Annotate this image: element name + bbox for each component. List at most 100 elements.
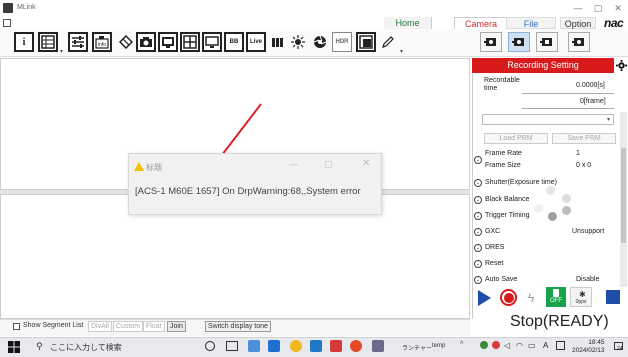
segment-button[interactable] — [268, 32, 288, 52]
stop-button[interactable] — [606, 290, 620, 304]
taskbar-app-icon[interactable] — [330, 340, 342, 352]
settings-button[interactable] — [615, 58, 628, 73]
record-button[interactable] — [500, 289, 517, 306]
gxc-value: Unsupport — [572, 228, 605, 235]
spinner-dot — [534, 204, 543, 213]
dialog-minimize-button[interactable]: — — [289, 159, 298, 169]
info-button[interactable]: i — [14, 32, 34, 52]
tray-icon[interactable] — [480, 341, 488, 349]
show-segment-checkbox[interactable] — [13, 323, 20, 330]
split-view-button[interactable] — [180, 32, 200, 52]
taskbar-app-icon[interactable] — [372, 340, 384, 352]
taskbar-app-icon[interactable] — [268, 340, 280, 352]
close-button[interactable]: ✕ — [608, 2, 628, 14]
tray-icon[interactable] — [492, 341, 500, 349]
gxc-expand-icon[interactable]: ⌄ — [474, 228, 482, 236]
battery-icon[interactable]: ▭ — [528, 341, 536, 350]
tray-launcher[interactable]: ランチャー — [402, 343, 432, 352]
camera-mode-1-button[interactable] — [480, 32, 502, 52]
monitor-outline-icon — [205, 36, 219, 48]
aperture-button[interactable] — [310, 32, 330, 52]
aperture-icon — [313, 35, 327, 48]
cortana-icon[interactable] — [205, 341, 215, 351]
trigger-timing-label[interactable]: Trigger Timing — [485, 212, 529, 219]
task-view-icon[interactable] — [226, 341, 238, 351]
camera-info-button[interactable]: info — [92, 32, 112, 52]
save-prm-button[interactable]: Save PRM — [552, 133, 616, 144]
window-button[interactable] — [356, 32, 376, 52]
ime-mode-icon[interactable] — [556, 341, 565, 350]
brightness-button[interactable] — [288, 32, 308, 52]
hdr-icon: HDR — [335, 39, 349, 45]
tab-camera[interactable]: Camera — [454, 17, 508, 29]
divall-button[interactable]: DivAll — [88, 321, 112, 332]
camera-mode-2-button[interactable] — [508, 32, 530, 52]
tab-file[interactable]: File — [506, 17, 556, 29]
taskbar-clock[interactable]: 18:45 2024/02/13 — [572, 339, 605, 355]
eraser-button[interactable] — [116, 32, 136, 52]
windows-logo-icon — [8, 341, 20, 353]
grid-button[interactable] — [38, 32, 58, 52]
minimize-button[interactable]: — — [568, 2, 588, 14]
play-button[interactable] — [478, 290, 491, 306]
clock-time: 18:45 — [588, 339, 605, 346]
bb-button[interactable]: BB — [224, 32, 244, 52]
trigger-expand-icon[interactable]: ⌄ — [474, 212, 482, 220]
preset-dropdown[interactable]: ▾ — [482, 114, 614, 125]
camera-mode-3-button[interactable] — [536, 32, 558, 52]
trigger-button[interactable]: ϟ — [522, 289, 540, 307]
status-off-button[interactable]: OFF — [546, 287, 566, 307]
volume-icon[interactable]: ◁ — [504, 341, 510, 350]
window-title: MLink — [17, 4, 36, 11]
dres-expand-icon[interactable]: ⌄ — [474, 244, 482, 252]
panel-scrollbar-thumb[interactable] — [621, 148, 626, 243]
sliders-button[interactable] — [68, 32, 88, 52]
float-button[interactable]: Float — [143, 321, 165, 332]
auto-save-label[interactable]: Auto Save — [485, 276, 517, 283]
live-button[interactable]: Live — [246, 32, 266, 52]
dialog-maximize-button[interactable]: ▢ — [324, 159, 333, 170]
notification-button[interactable]: 24 — [612, 339, 626, 355]
tab-home[interactable]: Home — [384, 17, 432, 29]
clock-date: 2024/02/13 — [572, 347, 605, 354]
warning-dialog: 标题 — ▢ ✕ [ACS-1 M60E 1657] On DrpWarning… — [128, 153, 382, 215]
snapshot-button[interactable] — [136, 32, 156, 52]
spinner-dot — [562, 194, 571, 203]
taskbar-app-icon[interactable] — [248, 340, 260, 352]
sliders-icon — [72, 36, 84, 48]
reset-expand-icon[interactable]: ⌄ — [474, 260, 482, 268]
join-button[interactable]: Join — [167, 321, 186, 332]
ime-indicator[interactable]: A — [543, 341, 548, 350]
dialog-close-button[interactable]: ✕ — [362, 158, 370, 169]
tab-option[interactable]: Option — [560, 17, 596, 29]
pencil-button[interactable] — [378, 32, 398, 52]
black-balance-expand-icon[interactable]: ⌄ — [474, 196, 482, 204]
chrome-icon[interactable] — [290, 340, 302, 352]
custom-button[interactable]: Custom — [113, 321, 144, 332]
expand-icon[interactable]: ▾ — [60, 48, 63, 55]
camera-mode-4-button[interactable] — [568, 32, 590, 52]
reset-label[interactable]: Reset — [485, 260, 503, 267]
tray-chevron-icon[interactable]: ^ — [460, 341, 463, 348]
taskbar-app-icon[interactable] — [310, 340, 322, 352]
dres-label[interactable]: DRES — [485, 244, 504, 251]
load-prm-button[interactable]: Load PRM — [484, 133, 548, 144]
maximize-button[interactable]: ▢ — [588, 2, 608, 14]
more-icon[interactable]: ▾ — [400, 48, 403, 55]
shutter-expand-icon[interactable]: ⌄ — [474, 179, 482, 187]
auto-save-expand-icon[interactable]: ⌄ — [474, 276, 482, 284]
display-button[interactable] — [158, 32, 178, 52]
frame-expand-icon[interactable]: ⌄ — [474, 156, 482, 164]
top-checkbox[interactable] — [3, 19, 11, 27]
black-balance-label[interactable]: Black Balance — [485, 196, 529, 203]
hdr-button[interactable]: HDR — [332, 32, 352, 52]
monitor-output-button[interactable] — [202, 32, 222, 52]
taskbar-app-icon[interactable] — [350, 340, 362, 352]
gxc-label[interactable]: GXC — [485, 228, 500, 235]
shutter-label[interactable]: Shutter(Exposure time) — [485, 179, 557, 186]
tray-temp[interactable]: temp — [432, 343, 445, 349]
start-button[interactable] — [8, 341, 20, 353]
network-icon[interactable]: ◠ — [516, 341, 523, 350]
switch-display-tone-button[interactable]: Switch display tone — [205, 321, 271, 332]
fps-button[interactable]: 0pps ✱ — [570, 287, 592, 307]
